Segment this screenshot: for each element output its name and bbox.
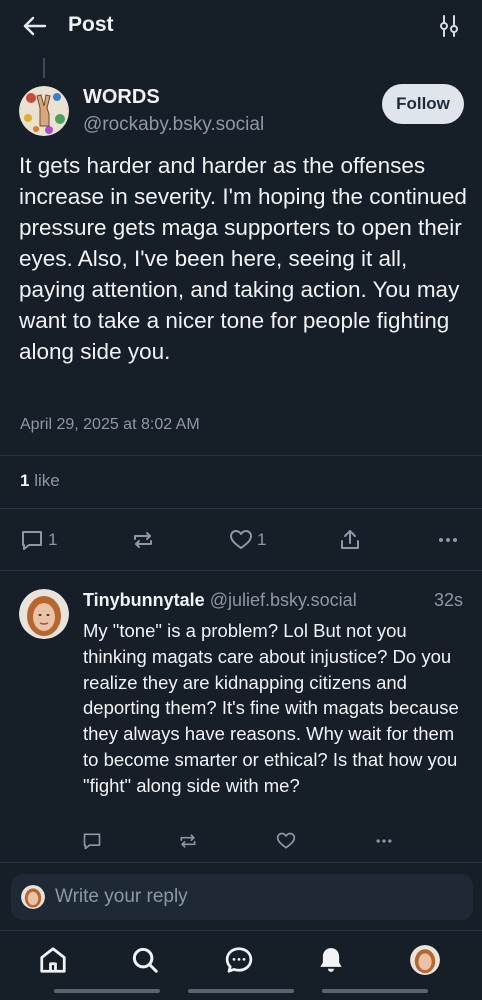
nav-notifications[interactable] bbox=[314, 943, 348, 977]
chat-icon bbox=[225, 947, 253, 973]
comment-icon bbox=[22, 531, 42, 550]
home-icon bbox=[40, 947, 66, 973]
gesture-bar bbox=[322, 989, 428, 993]
reply-count: 1 bbox=[48, 530, 58, 549]
reply-like-button[interactable] bbox=[276, 831, 296, 856]
top-bar: Post bbox=[0, 0, 482, 52]
divider bbox=[0, 570, 482, 571]
nav-search[interactable] bbox=[128, 943, 162, 977]
repost-icon bbox=[180, 834, 196, 848]
nav-home[interactable] bbox=[36, 943, 70, 977]
search-icon bbox=[132, 947, 158, 973]
reply-author-avatar[interactable] bbox=[19, 589, 69, 639]
divider bbox=[0, 508, 482, 509]
reply-reply-button[interactable] bbox=[82, 831, 102, 856]
reply-more-options-button[interactable] bbox=[373, 831, 395, 856]
arrow-left-icon bbox=[23, 16, 47, 36]
post-timestamp: April 29, 2025 at 8:02 AM bbox=[20, 416, 200, 433]
share-button[interactable] bbox=[338, 528, 362, 552]
sliders-icon bbox=[440, 15, 458, 37]
page-title: Post bbox=[68, 13, 114, 36]
author-avatar[interactable] bbox=[19, 86, 69, 136]
author-name[interactable]: WORDS bbox=[83, 86, 160, 109]
like-button[interactable]: 1 bbox=[229, 528, 266, 552]
like-count: 1 bbox=[257, 530, 267, 549]
author-handle[interactable]: @rockaby.bsky.social bbox=[83, 114, 264, 136]
likes-label: like bbox=[29, 471, 60, 490]
gesture-bar bbox=[54, 989, 160, 993]
likes-count-link[interactable]: 1 like bbox=[20, 471, 60, 491]
gesture-bar bbox=[188, 989, 294, 993]
composer-avatar bbox=[21, 885, 45, 909]
follow-button[interactable]: Follow bbox=[382, 84, 464, 124]
back-button[interactable] bbox=[20, 12, 50, 40]
bell-icon bbox=[320, 948, 342, 972]
reply-author-handle[interactable]: @julief.bsky.social bbox=[210, 590, 357, 610]
thread-connector-line bbox=[43, 58, 45, 78]
repost-button[interactable] bbox=[131, 528, 155, 552]
reply-header: Tinybunnytale @julief.bsky.social bbox=[83, 590, 357, 611]
heart-icon bbox=[230, 530, 252, 549]
reply-author-name[interactable]: Tinybunnytale bbox=[83, 590, 205, 610]
reply-input[interactable] bbox=[55, 874, 455, 920]
post-text: It gets harder and harder as the offense… bbox=[19, 153, 467, 364]
reply-timestamp: 32s bbox=[433, 590, 463, 610]
ellipsis-icon bbox=[439, 538, 457, 542]
share-icon bbox=[341, 530, 359, 549]
nav-profile[interactable] bbox=[408, 943, 442, 977]
reply-text: My "tone" is a problem? Lol But not you … bbox=[83, 620, 459, 796]
reply-repost-button[interactable] bbox=[178, 831, 198, 856]
nav-chat[interactable] bbox=[222, 943, 256, 977]
more-options-button[interactable] bbox=[436, 528, 460, 552]
reply-composer[interactable] bbox=[11, 874, 473, 920]
thread-settings-button[interactable] bbox=[438, 14, 460, 38]
heart-icon bbox=[276, 832, 296, 849]
comment-icon bbox=[83, 833, 101, 850]
profile-avatar bbox=[410, 945, 440, 975]
divider bbox=[0, 862, 482, 863]
repost-icon bbox=[134, 532, 152, 548]
divider bbox=[0, 455, 482, 456]
ellipsis-icon bbox=[376, 839, 392, 843]
reply-button[interactable]: 1 bbox=[20, 528, 57, 552]
